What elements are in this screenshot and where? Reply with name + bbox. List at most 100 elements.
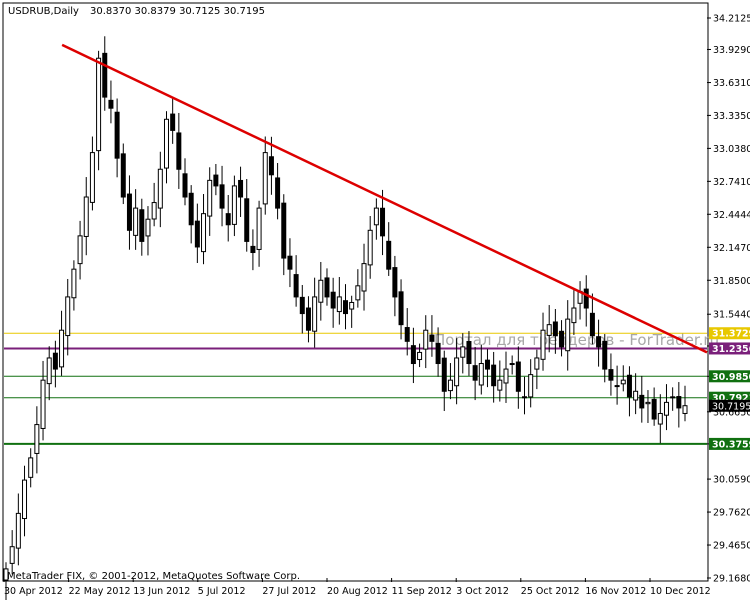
ohlc-readout: 30.8370 30.8379 30.7125 30.7195 bbox=[90, 6, 265, 17]
candle-body bbox=[682, 405, 688, 414]
candle-body bbox=[89, 152, 95, 203]
candle-body bbox=[417, 351, 423, 361]
candle-body bbox=[275, 177, 281, 209]
candle-body bbox=[182, 173, 188, 198]
candle-body bbox=[596, 336, 602, 348]
candle-body bbox=[207, 179, 213, 217]
candle-body bbox=[534, 357, 540, 370]
candle-body bbox=[343, 300, 348, 315]
candle-body bbox=[429, 334, 435, 342]
y-tick-label: 32.7410 bbox=[713, 177, 750, 188]
candle-body bbox=[565, 318, 571, 352]
candle-body bbox=[194, 220, 200, 248]
candle-body bbox=[423, 329, 429, 350]
candle-body bbox=[96, 57, 102, 152]
candle-body bbox=[552, 321, 558, 337]
candle-body bbox=[318, 279, 324, 303]
candle-body bbox=[571, 307, 577, 324]
y-tick-label: 33.3350 bbox=[713, 111, 750, 122]
candle-body bbox=[114, 111, 120, 159]
candle-body bbox=[608, 369, 614, 381]
candle-body bbox=[287, 255, 293, 270]
y-tick-label: 29.4650 bbox=[713, 541, 750, 552]
candle-body bbox=[170, 113, 176, 131]
candle-body bbox=[22, 479, 28, 520]
candle-body bbox=[225, 213, 231, 226]
candle-body bbox=[583, 288, 589, 309]
y-tick-label: 29.7620 bbox=[713, 508, 750, 519]
candle-body bbox=[126, 193, 132, 231]
x-tick-label: 10 Dec 2012 bbox=[650, 586, 711, 597]
level-price-label: 30.9850 bbox=[712, 372, 750, 383]
candle-body bbox=[651, 398, 657, 420]
candle-body bbox=[546, 324, 552, 336]
candle-body bbox=[133, 207, 139, 236]
candle-body bbox=[102, 52, 108, 98]
candle-body bbox=[108, 99, 114, 109]
candle-body bbox=[52, 352, 58, 370]
x-tick-label: 30 Apr 2012 bbox=[4, 586, 63, 597]
candle-body bbox=[478, 363, 484, 386]
x-tick-label: 22 May 2012 bbox=[69, 586, 131, 597]
candle-body bbox=[65, 296, 71, 337]
candle-body bbox=[528, 374, 534, 398]
candle-body bbox=[46, 357, 52, 385]
level-price-label: 31.2356 bbox=[712, 344, 750, 355]
candle-body bbox=[460, 346, 466, 358]
candle-body bbox=[645, 401, 651, 405]
candle-body bbox=[367, 229, 373, 266]
price-chart[interactable]: Портал для трейдеров - ForTrader.ru 34.2… bbox=[0, 0, 750, 600]
candle-body bbox=[466, 341, 472, 365]
candle-body bbox=[398, 291, 404, 326]
candle-body bbox=[361, 263, 367, 292]
candle-body bbox=[281, 202, 287, 259]
x-tick-label: 16 Nov 2012 bbox=[585, 586, 646, 597]
candle-body bbox=[151, 202, 157, 220]
x-tick-label: 3 Oct 2012 bbox=[456, 586, 509, 597]
candle-body bbox=[380, 207, 386, 237]
candle-body bbox=[77, 235, 83, 265]
candle-body bbox=[213, 174, 219, 187]
chart-title: USDRUB,Daily bbox=[8, 6, 79, 17]
candle-body bbox=[663, 401, 669, 416]
candle-body bbox=[626, 374, 632, 398]
candle-body bbox=[509, 363, 515, 366]
x-tick-label: 20 Aug 2012 bbox=[327, 586, 388, 597]
candle-body bbox=[250, 245, 256, 254]
candle-body bbox=[491, 364, 497, 387]
candle-body bbox=[163, 118, 169, 169]
candle-body bbox=[120, 153, 126, 198]
candle-body bbox=[28, 457, 34, 478]
y-tick-label: 33.6310 bbox=[713, 78, 750, 89]
candle-body bbox=[330, 291, 336, 309]
candle-body bbox=[40, 379, 46, 429]
candle-body bbox=[299, 296, 305, 315]
candle-body bbox=[244, 198, 250, 242]
candle-body bbox=[614, 385, 620, 388]
y-tick-label: 33.0380 bbox=[713, 144, 750, 155]
y-tick-label: 31.8500 bbox=[713, 276, 750, 287]
x-tick-label: 13 Jun 2012 bbox=[133, 586, 190, 597]
candle-body bbox=[620, 379, 626, 385]
candle-body bbox=[188, 192, 194, 226]
candle-body bbox=[15, 512, 21, 549]
candle-body bbox=[373, 207, 379, 226]
candle-body bbox=[139, 209, 145, 242]
y-tick-label: 30.0590 bbox=[713, 475, 750, 486]
x-tick-label: 5 Jul 2012 bbox=[198, 586, 246, 597]
candle-body bbox=[238, 179, 244, 198]
candle-body bbox=[676, 396, 682, 409]
current-price-label: 30.7195 bbox=[712, 401, 750, 412]
candle-body bbox=[268, 156, 274, 176]
candle-body bbox=[540, 329, 546, 360]
candle-body bbox=[312, 296, 318, 332]
candle-body bbox=[589, 312, 595, 337]
candle-body bbox=[386, 240, 392, 270]
level-price-label: 31.3729 bbox=[712, 329, 750, 340]
x-tick-label: 27 Jul 2012 bbox=[262, 586, 316, 597]
candle-body bbox=[670, 396, 676, 399]
copyright-text: MetaTrader FIX, © 2001-2012, MetaQuotes … bbox=[7, 571, 300, 582]
candle-body bbox=[410, 345, 416, 365]
chart-window[interactable]: Портал для трейдеров - ForTrader.ru 34.2… bbox=[0, 0, 750, 600]
candle-body bbox=[503, 368, 509, 384]
